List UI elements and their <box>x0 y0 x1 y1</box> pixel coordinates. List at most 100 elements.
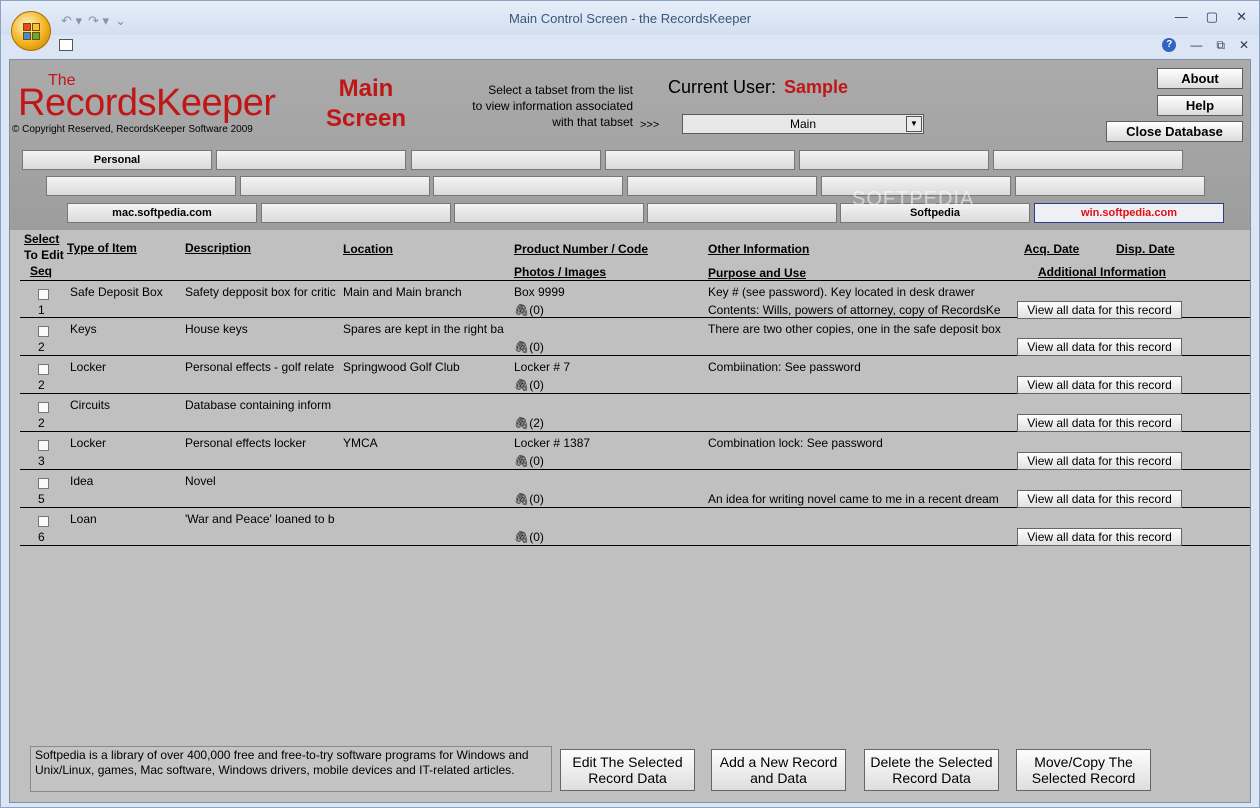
type-value: Locker <box>70 360 107 374</box>
delete-record-button[interactable]: Delete the Selected Record Data <box>864 749 999 791</box>
delete-button-line: Record Data <box>892 770 971 786</box>
help-icon[interactable]: ? <box>1162 38 1177 52</box>
col-photos: Photos / Images <box>514 265 607 279</box>
document-icon[interactable] <box>59 39 73 51</box>
tab-empty[interactable] <box>605 150 795 170</box>
select-checkbox[interactable] <box>38 516 49 527</box>
paperclip-icon: 🖇 <box>514 303 530 317</box>
tab-empty[interactable] <box>411 150 601 170</box>
paperclip-icon: 🖇 <box>514 530 530 544</box>
photos-cell: 🖇(2) <box>514 416 544 430</box>
select-checkbox[interactable] <box>38 289 49 300</box>
other-value: There are two other copies, one in the s… <box>708 322 1001 336</box>
office-button[interactable] <box>11 11 51 51</box>
type-value: Idea <box>70 474 94 488</box>
maximize-button[interactable]: ▢ <box>1206 9 1218 25</box>
col-to-edit: To Edit <box>24 248 64 262</box>
seq-value: 3 <box>38 454 45 468</box>
window-title: Main Control Screen - the RecordsKeeper <box>508 11 752 26</box>
type-value: Loan <box>70 512 97 526</box>
tab-personal[interactable]: Personal <box>22 150 212 170</box>
table-row: 6 Loan 'War and Peace' loaned to b 🖇(0) … <box>20 508 1250 546</box>
tab-empty[interactable] <box>216 150 406 170</box>
chevron-down-icon[interactable]: ▼ <box>906 116 922 132</box>
seq-value: 2 <box>38 340 45 354</box>
table-row: 2 Locker Personal effects - golf relate … <box>20 356 1250 394</box>
view-record-button[interactable]: View all data for this record <box>1017 338 1182 356</box>
tabset-select-value: Main <box>789 117 816 131</box>
paperclip-icon: 🖇 <box>514 378 530 392</box>
help-button[interactable]: Help <box>1157 95 1243 116</box>
tab-empty[interactable] <box>433 176 623 196</box>
tab-empty[interactable] <box>46 176 236 196</box>
tab-empty[interactable] <box>1015 176 1205 196</box>
close-database-button[interactable]: Close Database <box>1106 121 1243 142</box>
type-value: Circuits <box>70 398 111 412</box>
photos-count: (0) <box>529 492 544 506</box>
location-value: Springwood Golf Club <box>343 360 460 374</box>
move-copy-record-button[interactable]: Move/Copy The Selected Record <box>1016 749 1151 791</box>
copyright: © Copyright Reserved, RecordsKeeper Soft… <box>12 124 253 135</box>
table-row: 5 Idea Novel 🖇(0) An idea for writing no… <box>20 470 1250 508</box>
col-description: Description <box>185 241 252 255</box>
location-value: YMCA <box>343 436 378 450</box>
select-checkbox[interactable] <box>38 364 49 375</box>
photos-cell: 🖇(0) <box>514 454 544 468</box>
col-product: Product Number / Code <box>514 242 649 256</box>
select-checkbox[interactable] <box>38 440 49 451</box>
tab-win-softpedia[interactable]: win.softpedia.com <box>1034 203 1224 223</box>
close-button[interactable]: ✕ <box>1236 9 1247 25</box>
select-checkbox[interactable] <box>38 478 49 489</box>
records-table: Select To Edit Seq Type of Item Descript… <box>20 230 1250 740</box>
doc-minimize-button[interactable]: — <box>1190 38 1202 53</box>
select-checkbox[interactable] <box>38 402 49 413</box>
move-button-line: Selected Record <box>1031 770 1136 786</box>
minimize-button[interactable]: — <box>1175 9 1188 25</box>
photos-cell: 🖇(0) <box>514 530 544 544</box>
col-other: Other Information <box>708 242 810 256</box>
view-record-button[interactable]: View all data for this record <box>1017 490 1182 508</box>
description-value: Safety depposit box for critic <box>185 285 336 299</box>
tab-empty[interactable] <box>647 203 837 223</box>
view-record-button[interactable]: View all data for this record <box>1017 452 1182 470</box>
move-button-line: Move/Copy The <box>1034 754 1133 770</box>
tab-empty[interactable] <box>993 150 1183 170</box>
doc-restore-button[interactable]: ⧉ <box>1216 38 1225 53</box>
edit-record-button[interactable]: Edit The Selected Record Data <box>560 749 695 791</box>
tab-empty[interactable] <box>799 150 989 170</box>
office-logo-icon-piece <box>32 32 40 40</box>
product-value: Locker # 7 <box>514 360 571 374</box>
type-value: Locker <box>70 436 107 450</box>
instruction-line: Select a tabset from the list <box>488 83 633 97</box>
softpedia-watermark: SOFTPEDIA <box>852 188 975 210</box>
select-checkbox[interactable] <box>38 326 49 337</box>
description-value: Personal effects - golf relate <box>185 360 335 374</box>
tab-empty[interactable] <box>627 176 817 196</box>
tabset-select[interactable]: Main ▼ <box>682 114 924 134</box>
other-value: Combination lock: See password <box>708 436 883 450</box>
view-record-button[interactable]: View all data for this record <box>1017 414 1182 432</box>
table-row: 1 Safe Deposit Box Safety depposit box f… <box>20 280 1250 319</box>
paperclip-icon: 🖇 <box>514 416 530 430</box>
tab-mac-softpedia[interactable]: mac.softpedia.com <box>67 203 257 223</box>
col-purpose: Purpose and Use <box>708 266 807 280</box>
description-value: Database containing inform <box>185 398 332 412</box>
view-record-button[interactable]: View all data for this record <box>1017 528 1182 546</box>
col-disp-date: Disp. Date <box>1116 242 1175 256</box>
add-record-button[interactable]: Add a New Record and Data <box>711 749 846 791</box>
tabset-instructions: Select a tabset from the list to view in… <box>440 82 633 130</box>
about-button[interactable]: About <box>1157 68 1243 89</box>
tab-empty[interactable] <box>454 203 644 223</box>
doc-close-button[interactable]: ✕ <box>1239 38 1249 53</box>
tab-empty[interactable] <box>240 176 430 196</box>
instruction-line: with that tabset <box>552 115 633 129</box>
tab-empty[interactable] <box>261 203 451 223</box>
type-value: Keys <box>70 322 97 336</box>
main-form: The RecordsKeeper © Copyright Reserved, … <box>9 59 1251 803</box>
view-record-button[interactable]: View all data for this record <box>1017 301 1182 319</box>
view-record-button[interactable]: View all data for this record <box>1017 376 1182 394</box>
location-value: Main and Main branch <box>343 285 462 299</box>
photos-cell: 🖇(0) <box>514 303 544 317</box>
paperclip-icon: 🖇 <box>514 492 530 506</box>
title-bar: ↶ ▾ ↷ ▾ ⌄ Main Control Screen - the Reco… <box>1 1 1259 35</box>
